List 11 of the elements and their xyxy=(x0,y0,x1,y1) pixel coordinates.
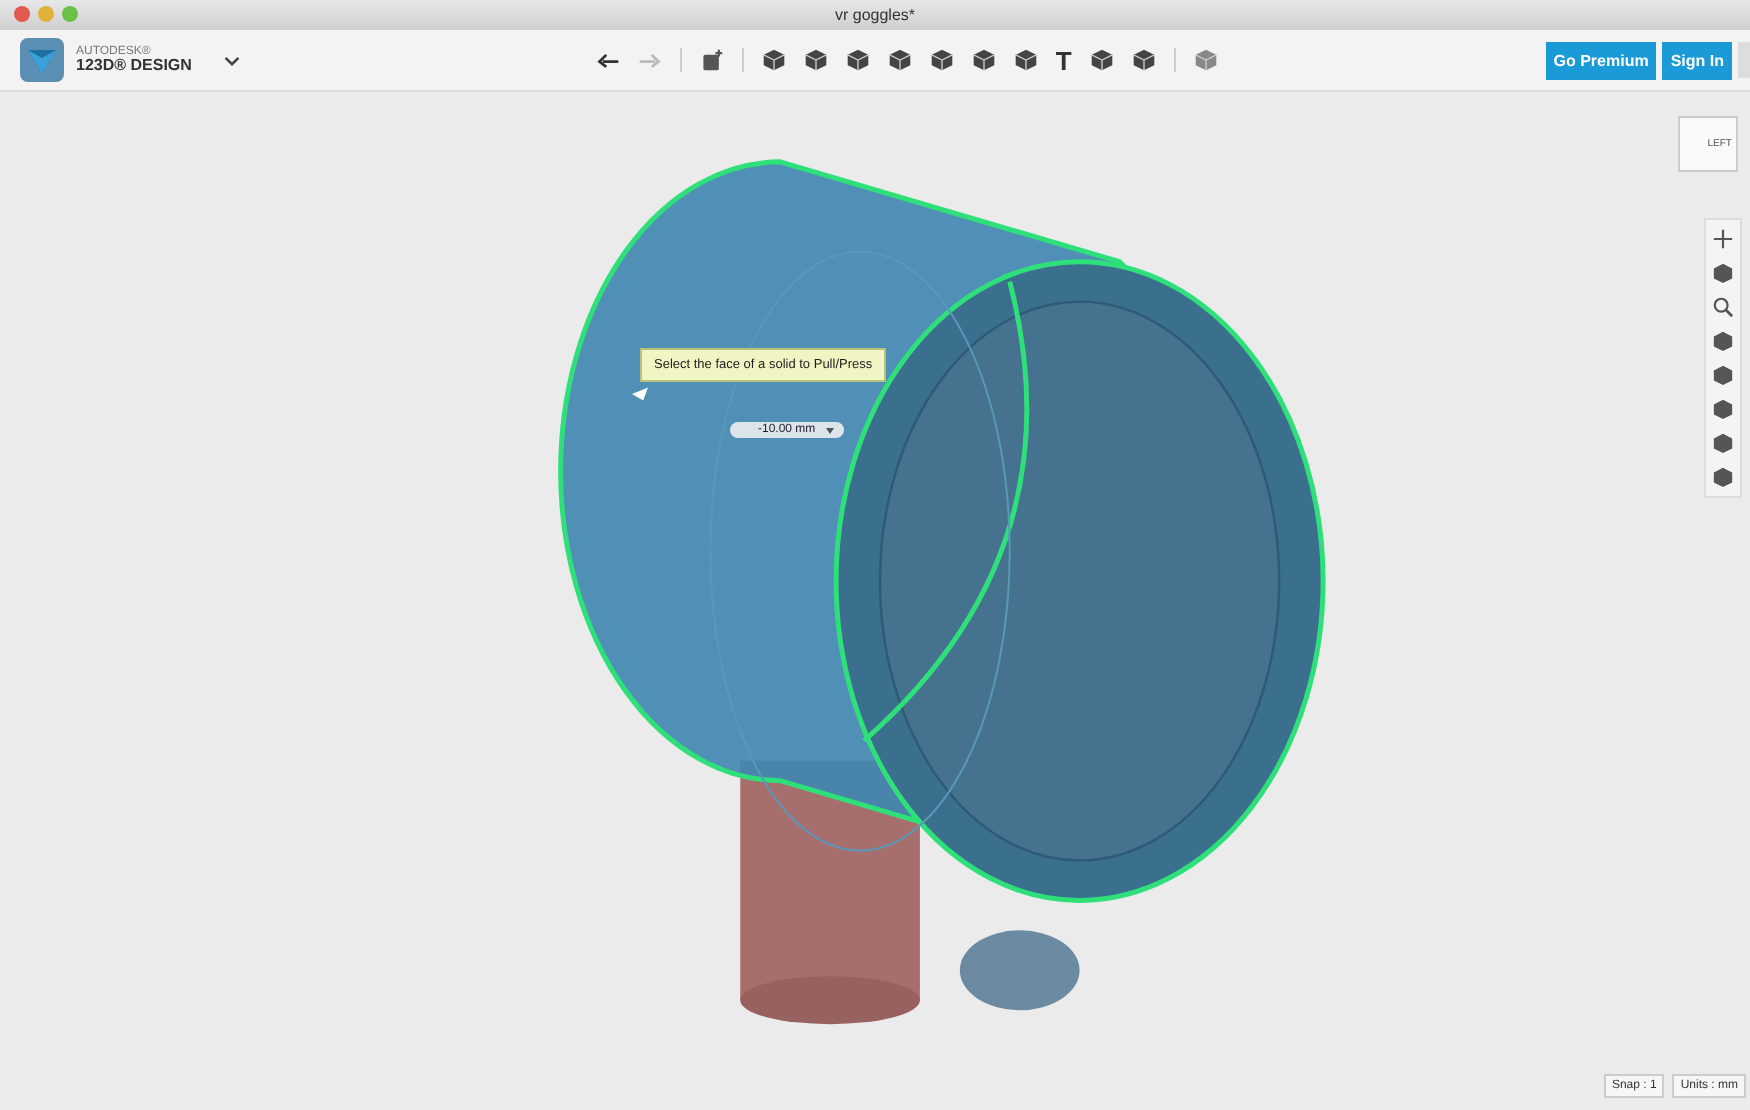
cursor-icon xyxy=(630,386,650,402)
close-button[interactable] xyxy=(14,6,30,22)
logo-icon xyxy=(20,38,64,82)
caret-icon[interactable] xyxy=(823,424,836,436)
pan-icon[interactable] xyxy=(1712,228,1734,250)
chevron-icon[interactable] xyxy=(223,55,240,65)
search-icon[interactable] xyxy=(1712,296,1734,318)
app-name: 123D® DESIGN xyxy=(76,58,192,74)
text-tool[interactable]: T xyxy=(1055,45,1072,75)
undo-icon[interactable] xyxy=(595,48,620,72)
window-title: vr goggles* xyxy=(834,6,916,24)
